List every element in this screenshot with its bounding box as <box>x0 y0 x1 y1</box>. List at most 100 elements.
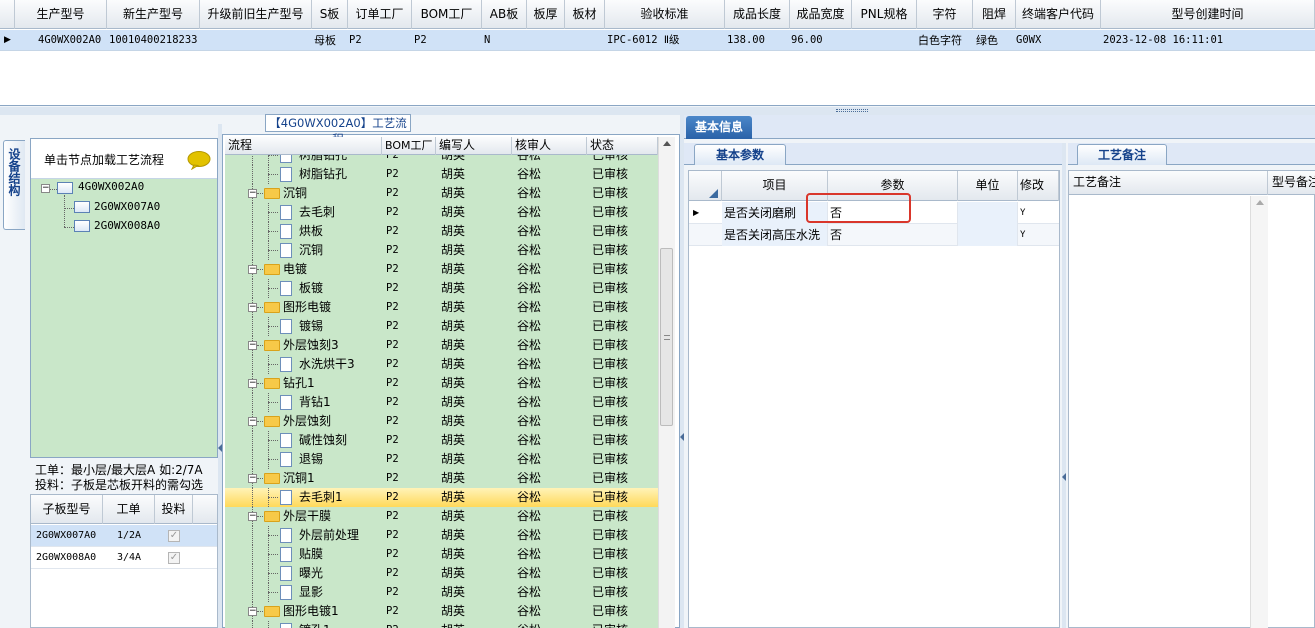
cell-standard[interactable]: IPC-6012 Ⅱ级 <box>607 30 723 51</box>
flow-group-row[interactable]: − 电镀 P2 胡英 谷松 已审核 <box>225 260 658 279</box>
model-grid-row[interactable]: ▶ 4G0WX002A0 10010400218233 母板 P2 P2 N I… <box>0 30 1315 51</box>
cell-unit[interactable] <box>958 224 1018 246</box>
scroll-up-icon[interactable] <box>663 141 671 146</box>
flow-group-row[interactable]: − 钻孔1 P2 胡英 谷松 已审核 <box>225 374 658 393</box>
collapse-icon[interactable]: − <box>41 184 50 193</box>
collapse-icon[interactable]: − <box>248 341 257 350</box>
cell-character[interactable]: 白色字符 <box>918 30 972 51</box>
flow-step-row[interactable]: 背钻1 P2 胡英 谷松 已审核 <box>225 393 658 412</box>
col-header[interactable]: 型号备注 <box>1268 171 1315 195</box>
collapse-icon[interactable]: − <box>248 607 257 616</box>
cell-param[interactable]: 否 <box>828 224 958 246</box>
col-header[interactable]: 投料 <box>155 495 193 524</box>
tab-process-note[interactable]: 工艺备注 <box>1077 144 1167 165</box>
cell-bom-factory[interactable]: P2 <box>414 30 474 51</box>
flow-step-row[interactable]: 去毛刺 P2 胡英 谷松 已审核 <box>225 203 658 222</box>
col-header[interactable]: 成品宽度 <box>790 0 852 29</box>
collapse-arrow-icon[interactable] <box>1062 473 1066 481</box>
col-header[interactable]: S板 <box>312 0 348 29</box>
cell-order-factory[interactable]: P2 <box>349 30 409 51</box>
sub-board-row[interactable]: 2G0WX008A0 3/4A ✓ <box>31 547 217 569</box>
cell-unit[interactable] <box>958 202 1018 224</box>
flow-step-row[interactable]: 树脂钻孔 P2 胡英 谷松 已审核 <box>225 155 658 165</box>
flow-group-row[interactable]: − 外层蚀刻3 P2 胡英 谷松 已审核 <box>225 336 658 355</box>
col-header[interactable]: 编写人 <box>436 137 512 155</box>
cell-modify[interactable]: Y <box>1020 202 1025 224</box>
middle-splitter[interactable] <box>680 115 684 628</box>
collapse-icon[interactable]: − <box>248 417 257 426</box>
collapse-icon[interactable]: − <box>248 303 257 312</box>
col-header[interactable]: 工艺备注 <box>1069 171 1268 195</box>
flow-step-row[interactable]: 镀锡 P2 胡英 谷松 已审核 <box>225 317 658 336</box>
flow-step-row[interactable]: 树脂钻孔 P2 胡英 谷松 已审核 <box>225 165 658 184</box>
flow-step-row[interactable]: 外层前处理 P2 胡英 谷松 已审核 <box>225 526 658 545</box>
feed-checkbox[interactable]: ✓ <box>168 552 180 564</box>
flow-step-row[interactable]: 碱性蚀刻 P2 胡英 谷松 已审核 <box>225 431 658 450</box>
flow-step-row[interactable]: 去毛刺1 P2 胡英 谷松 已审核 <box>225 488 658 507</box>
cell-thickness[interactable] <box>529 30 563 51</box>
flow-step-row[interactable]: 贴膜 P2 胡英 谷松 已审核 <box>225 545 658 564</box>
flow-group-row[interactable]: − 沉铜 P2 胡英 谷松 已审核 <box>225 184 658 203</box>
param-row[interactable]: 是否关闭高压水洗 否 Y <box>689 224 1059 246</box>
cell-width[interactable]: 96.00 <box>791 30 851 51</box>
flow-step-row[interactable]: 板镀 P2 胡英 谷松 已审核 <box>225 279 658 298</box>
col-header[interactable]: 新生产型号 <box>107 0 200 29</box>
col-header[interactable]: 板材 <box>565 0 605 29</box>
col-header[interactable]: 字符 <box>917 0 973 29</box>
cell-length[interactable]: 138.00 <box>727 30 789 51</box>
col-header[interactable]: 生产型号 <box>15 0 107 29</box>
col-header[interactable]: 流程 <box>225 137 382 155</box>
col-header[interactable]: 终端客户代码 <box>1016 0 1101 29</box>
flow-step-row[interactable]: 烘板 P2 胡英 谷松 已审核 <box>225 222 658 241</box>
tree-node-child[interactable]: 2G0WX007A0 <box>94 200 160 213</box>
collapse-icon[interactable]: − <box>248 379 257 388</box>
flow-group-row[interactable]: − 图形电镀1 P2 胡英 谷松 已审核 <box>225 602 658 621</box>
cell-pnl[interactable] <box>854 30 916 51</box>
collapse-icon[interactable]: − <box>248 474 257 483</box>
feed-checkbox[interactable]: ✓ <box>168 530 180 542</box>
col-header[interactable]: 状态 <box>587 137 658 155</box>
collapse-arrow-icon[interactable] <box>680 433 684 441</box>
col-header[interactable]: 板厚 <box>527 0 565 29</box>
tab-basic-params[interactable]: 基本参数 <box>694 144 786 165</box>
cell-modify[interactable]: Y <box>1020 224 1025 246</box>
flow-scroll-thumb[interactable] <box>660 248 673 426</box>
col-header[interactable]: 成品长度 <box>725 0 790 29</box>
col-header[interactable]: 单位 <box>958 171 1018 201</box>
cell-model[interactable]: 4G0WX002A0 <box>38 30 106 51</box>
flow-group-row[interactable]: − 外层干膜 P2 胡英 谷松 已审核 <box>225 507 658 526</box>
collapse-icon[interactable]: − <box>248 265 257 274</box>
cell-s-board[interactable]: 母板 <box>314 30 348 51</box>
flow-step-row[interactable]: 水洗烘干3 P2 胡英 谷松 已审核 <box>225 355 658 374</box>
cell-sub-order[interactable]: 3/4A <box>117 547 141 569</box>
col-header[interactable]: 核审人 <box>512 137 587 155</box>
collapse-icon[interactable]: − <box>248 512 257 521</box>
cell-material[interactable] <box>567 30 603 51</box>
flow-group-row[interactable]: − 外层蚀刻 P2 胡英 谷松 已审核 <box>225 412 658 431</box>
sub-board-row[interactable]: 2G0WX007A0 1/2A ✓ <box>31 525 217 547</box>
flow-group-row[interactable]: − 沉铜1 P2 胡英 谷松 已审核 <box>225 469 658 488</box>
col-header[interactable]: AB板 <box>482 0 527 29</box>
col-header[interactable]: 订单工厂 <box>348 0 412 29</box>
process-note-scrollbar[interactable] <box>1250 196 1268 628</box>
col-header[interactable]: 阻焊 <box>973 0 1016 29</box>
tree-node-child[interactable]: 2G0WX008A0 <box>94 219 160 232</box>
col-header[interactable]: 型号创建时间 <box>1101 0 1315 29</box>
flow-step-row[interactable]: 曝光 P2 胡英 谷松 已审核 <box>225 564 658 583</box>
col-header[interactable]: 升级前旧生产型号 <box>200 0 312 29</box>
col-header[interactable]: 工单 <box>103 495 155 524</box>
cell-created-time[interactable]: 2023-12-08 16:11:01 <box>1103 30 1303 51</box>
cell-sub-model[interactable]: 2G0WX007A0 <box>36 525 96 547</box>
cell-solder-mask[interactable]: 绿色 <box>976 30 1014 51</box>
cell-ab-board[interactable]: N <box>484 30 524 51</box>
flow-step-row[interactable]: 显影 P2 胡英 谷松 已审核 <box>225 583 658 602</box>
flow-step-row[interactable]: 退锡 P2 胡英 谷松 已审核 <box>225 450 658 469</box>
flow-step-row[interactable]: 镀孔1 P2 胡英 谷松 已审核 <box>225 621 658 628</box>
horizontal-splitter[interactable] <box>0 107 1315 115</box>
col-header[interactable]: PNL规格 <box>852 0 917 29</box>
tab-basic-info[interactable]: 基本信息 <box>686 116 752 139</box>
col-header[interactable]: BOM工厂 <box>382 137 436 155</box>
scroll-up-icon[interactable] <box>1256 200 1264 205</box>
collapse-icon[interactable]: − <box>248 189 257 198</box>
cell-new-model[interactable]: 10010400218233 <box>109 30 199 51</box>
